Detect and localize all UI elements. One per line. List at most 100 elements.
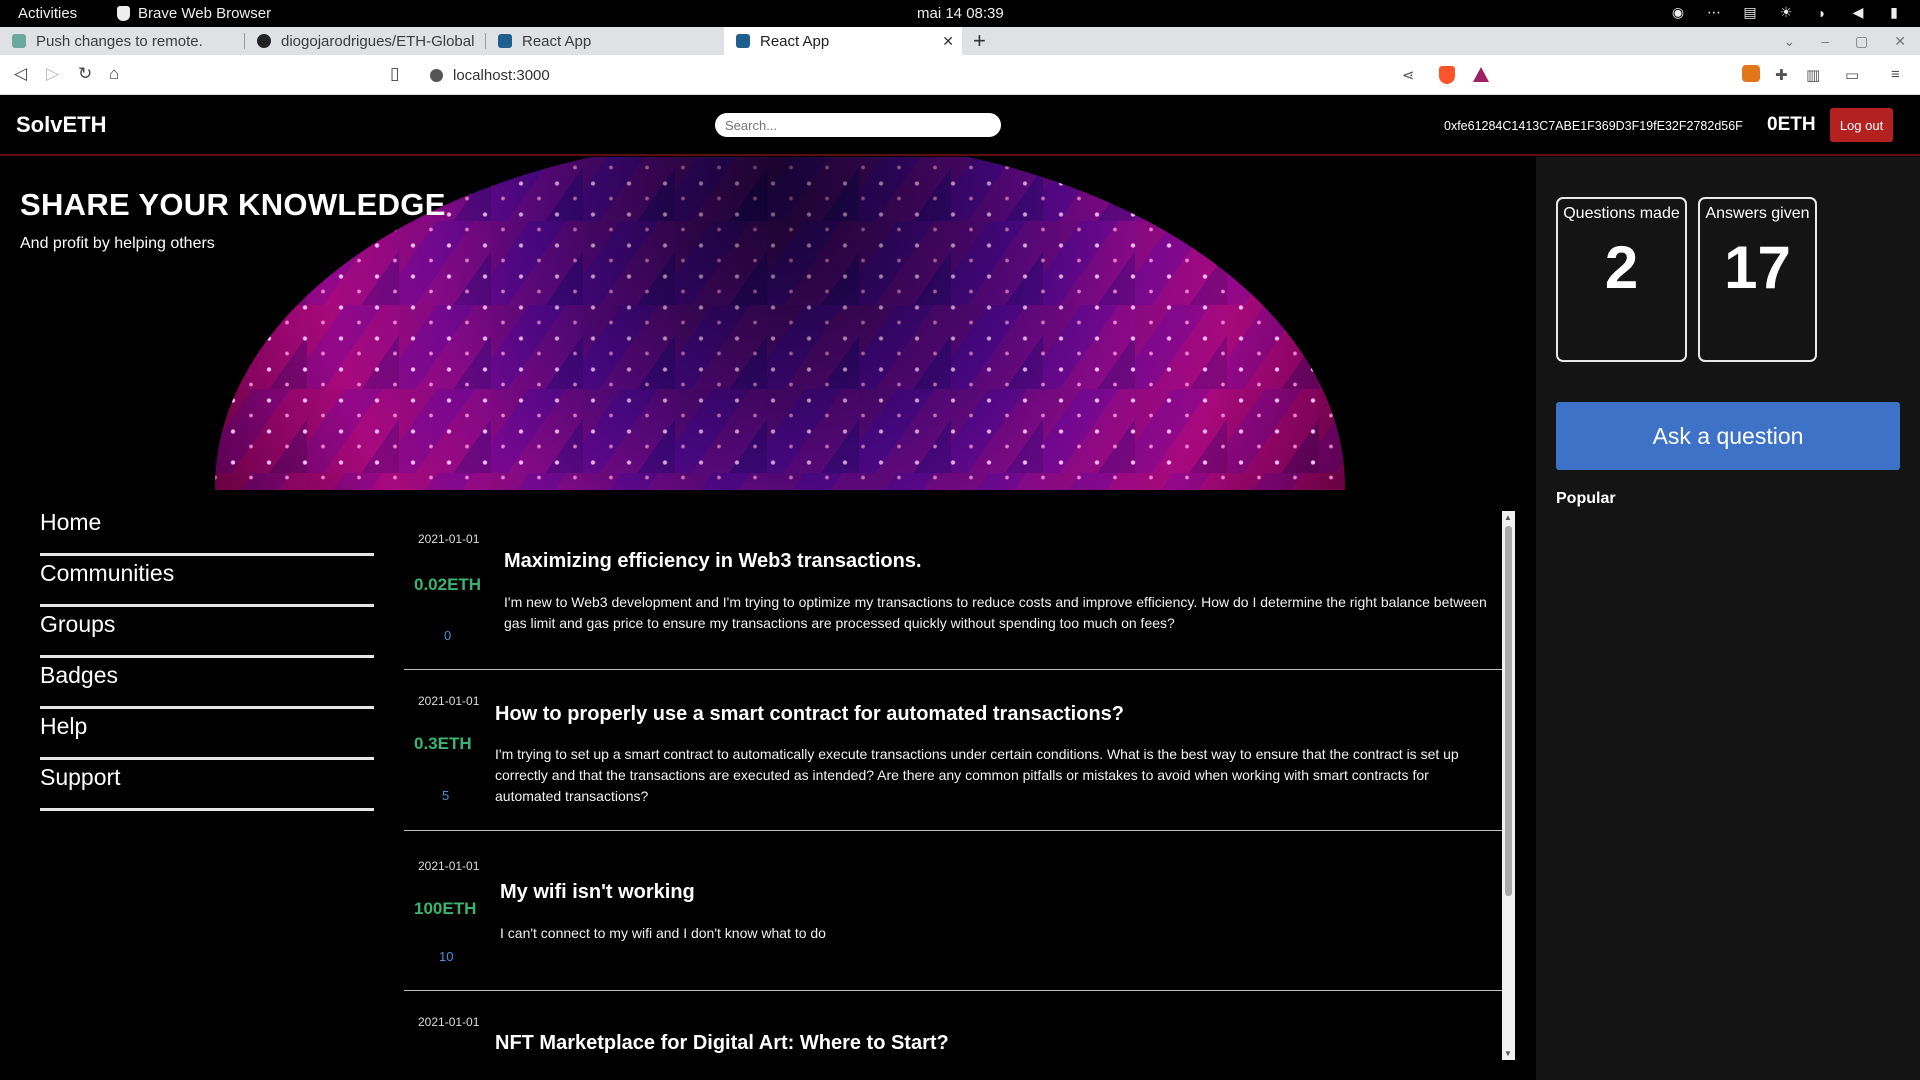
answer-count: 5	[442, 788, 450, 803]
tab-list-icon[interactable]: ⌄	[1784, 33, 1796, 50]
forward-icon[interactable]: ▷	[46, 64, 59, 84]
more-icon[interactable]: ⋯	[1706, 4, 1722, 21]
minimize-icon[interactable]: –	[1821, 33, 1829, 50]
react-icon	[736, 34, 750, 48]
questions-made-label: Questions made	[1563, 205, 1680, 222]
ask-question-button[interactable]: Ask a question	[1556, 402, 1900, 470]
hero-title: SHARE YOUR KNOWLEDGE	[20, 187, 446, 222]
tab-push-changes[interactable]: Push changes to remote.	[0, 27, 244, 55]
question-list-scrollbar[interactable]: ▲ ▼	[1502, 511, 1515, 1060]
sidebar-icon[interactable]: ▥	[1806, 66, 1820, 84]
reload-icon[interactable]: ↻	[78, 64, 92, 84]
nav-item-badges[interactable]: Badges	[40, 658, 374, 709]
balance: 0ETH	[1767, 114, 1816, 135]
answers-given-label: Answers given	[1705, 205, 1810, 222]
menu-icon[interactable]: ≡	[1891, 66, 1900, 83]
question-title[interactable]: How to properly use a smart contract for…	[495, 703, 1124, 726]
side-navigation: Home Communities Groups Badges Help Supp…	[40, 505, 374, 811]
question-title[interactable]: NFT Marketplace for Digital Art: Where t…	[495, 1032, 949, 1055]
question-reward: 100ETH	[414, 899, 477, 918]
search-input[interactable]	[715, 113, 1001, 137]
docker-icon[interactable]: ▤	[1742, 4, 1758, 21]
brave-rewards-icon[interactable]	[1473, 67, 1489, 82]
question-card[interactable]: 2021-01-01 NFT Marketplace for Digital A…	[404, 991, 1502, 1060]
os-top-bar: Activities Brave Web Browser mai 14 08:3…	[0, 0, 1920, 27]
nav-item-groups[interactable]: Groups	[40, 607, 374, 658]
wallet-address: 0xfe61284C1413C7ABE1F369D3F19fE32F2782d5…	[1444, 119, 1743, 133]
logout-button[interactable]: Log out	[1830, 108, 1893, 142]
extensions-icon[interactable]: ✚	[1775, 66, 1788, 84]
question-card[interactable]: 2021-01-01 0.02ETH 0 Maximizing efficien…	[404, 510, 1502, 670]
question-body: I'm trying to set up a smart contract to…	[495, 746, 1459, 804]
scrollbar-thumb[interactable]	[1505, 526, 1512, 896]
brightness-icon[interactable]: ☀	[1778, 4, 1794, 21]
scroll-up-icon[interactable]: ▲	[1504, 513, 1512, 522]
answer-count: 10	[439, 949, 454, 964]
brave-shields-icon[interactable]	[1439, 66, 1455, 84]
question-card[interactable]: 2021-01-01 0.3ETH 5 How to properly use …	[404, 670, 1502, 831]
answers-given-value: 17	[1724, 234, 1791, 301]
home-icon[interactable]: ⌂	[109, 64, 119, 84]
nav-item-help[interactable]: Help	[40, 709, 374, 760]
discord-icon[interactable]: ◉	[1670, 4, 1686, 21]
app-menu[interactable]: Brave Web Browser	[117, 5, 271, 22]
brand-logo[interactable]: SolvETH	[16, 112, 106, 138]
question-title[interactable]: Maximizing efficiency in Web3 transactio…	[504, 550, 922, 573]
question-body: I'm new to Web3 development and I'm tryi…	[504, 594, 1487, 631]
questions-made-value: 2	[1604, 234, 1639, 301]
tab-label: React App	[522, 32, 592, 50]
nav-item-communities[interactable]: Communities	[40, 556, 374, 607]
activities-button[interactable]: Activities	[18, 5, 77, 22]
question-reward: 0.02ETH	[414, 575, 482, 594]
github-icon	[257, 34, 271, 48]
question-date: 2021-01-01	[418, 1015, 480, 1029]
tab-github[interactable]: diogojarodrigues/ETH-Global	[245, 27, 485, 55]
tab-favicon-icon	[12, 34, 26, 48]
question-reward: 0.3ETH	[414, 734, 472, 753]
question-title[interactable]: My wifi isn't working	[500, 881, 695, 904]
window-controls: ⌄ – ▢ ✕	[1784, 33, 1907, 50]
hero-subtitle: And profit by helping others	[20, 235, 215, 252]
question-card[interactable]: 2021-01-01 100ETH 10 My wifi isn't worki…	[404, 831, 1502, 991]
share-icon[interactable]: ⋖	[1402, 66, 1415, 84]
volume-icon[interactable]: ◀	[1850, 4, 1866, 21]
tab-label: Push changes to remote.	[36, 32, 203, 50]
close-tab-icon[interactable]: ✕	[942, 33, 954, 50]
scroll-down-icon[interactable]: ▼	[1504, 1049, 1512, 1058]
question-date: 2021-01-01	[418, 694, 480, 708]
new-tab-button[interactable]: +	[973, 29, 986, 53]
hero-banner: SHARE YOUR KNOWLEDGE And profit by helpi…	[0, 157, 1536, 490]
question-body: I can't connect to my wifi and I don't k…	[500, 925, 826, 941]
close-window-icon[interactable]: ✕	[1894, 33, 1906, 50]
site-info-icon[interactable]	[430, 68, 443, 82]
react-icon	[498, 34, 512, 48]
wallet-icon[interactable]: ▭	[1845, 66, 1859, 84]
maximize-icon[interactable]: ▢	[1855, 33, 1868, 50]
popular-heading: Popular	[1556, 490, 1616, 507]
app-name: Brave Web Browser	[138, 5, 272, 22]
questions-made-card: Questions made 2	[1556, 197, 1687, 362]
question-date: 2021-01-01	[418, 859, 480, 873]
question-date: 2021-01-01	[418, 532, 480, 546]
tab-label: diogojarodrigues/ETH-Global	[281, 32, 475, 50]
app-header: SolvETH 0xfe61284C1413C7ABE1F369D3F19fE3…	[0, 95, 1920, 156]
tab-react-app-2[interactable]: React App ✕	[724, 27, 962, 55]
answer-count: 0	[444, 628, 452, 643]
right-panel: Questions made 2 Answers given 17 Ask a …	[1536, 157, 1920, 1080]
answers-given-card: Answers given 17	[1698, 197, 1817, 362]
back-icon[interactable]: ◁	[14, 64, 27, 84]
nav-item-support[interactable]: Support	[40, 760, 374, 811]
question-list[interactable]: 2021-01-01 0.02ETH 0 Maximizing efficien…	[404, 510, 1516, 1060]
clock[interactable]: mai 14 08:39	[917, 5, 1004, 22]
bookmark-icon[interactable]: ▯	[390, 64, 399, 84]
system-tray[interactable]: ◉ ⋯ ▤ ☀ ◗ ◀ ▮	[1670, 4, 1902, 21]
tab-strip: Push changes to remote. diogojarodrigues…	[0, 27, 1920, 55]
metamask-icon[interactable]	[1742, 65, 1760, 82]
brave-lion-icon	[117, 6, 130, 21]
address-bar[interactable]: localhost:3000	[418, 60, 1498, 90]
tab-react-app-1[interactable]: React App	[486, 27, 724, 55]
nav-item-home[interactable]: Home	[40, 505, 374, 556]
url-text: localhost:3000	[453, 66, 550, 84]
wifi-icon[interactable]: ◗	[1814, 5, 1830, 21]
battery-icon[interactable]: ▮	[1886, 4, 1902, 21]
